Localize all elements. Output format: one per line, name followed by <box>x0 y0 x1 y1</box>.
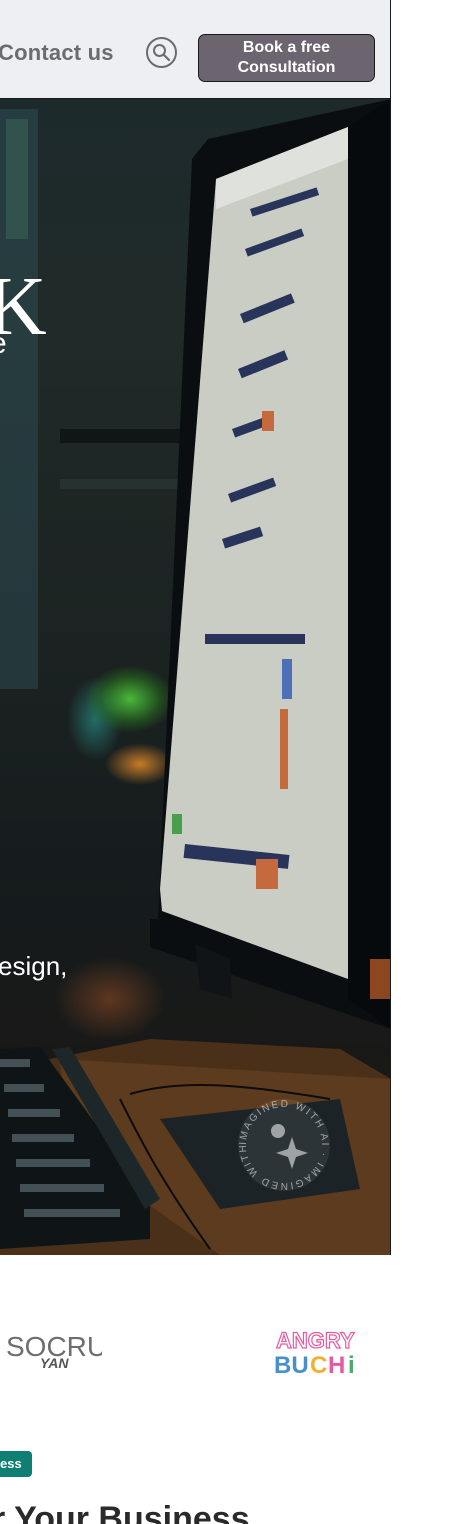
svg-text:i: i <box>348 1352 355 1378</box>
svg-text:C: C <box>310 1352 327 1378</box>
search-icon <box>152 43 170 61</box>
svg-text:H: H <box>328 1352 345 1378</box>
book-consultation-button[interactable]: Book a free Consultation <box>198 34 375 82</box>
hero-background-image <box>0 99 390 1255</box>
cta-label-line1: Book a free <box>242 39 331 56</box>
section-badge: ess <box>0 1451 32 1477</box>
imagined-with-ai-watermark: IMAGINED WITH AI · IMAGINED WITH AI <box>230 1091 330 1191</box>
svg-text:YAN: YAN <box>40 1355 69 1371</box>
hero-subtitle: e <box>0 327 7 361</box>
svg-text:ANGRY: ANGRY <box>276 1328 355 1353</box>
svg-text:BU: BU <box>274 1352 309 1378</box>
socru-logo: SOCRU YAN <box>6 1331 102 1371</box>
hero-description: esign, <box>0 951 68 981</box>
hero-title: K <box>0 265 47 349</box>
section-heading: r Your Business <box>0 1500 250 1524</box>
cta-label-line2: Consultation <box>237 59 336 76</box>
site-header: Contact us Book a free Consultation <box>0 0 391 99</box>
angry-buchi-logo: ANGRY BU C H i <box>274 1327 356 1378</box>
page: Contact us Book a free Consultation esig… <box>0 0 467 1524</box>
search-button[interactable] <box>146 37 177 68</box>
nav-contact-us[interactable]: Contact us <box>0 40 114 66</box>
hero-banner: K e esign, IMAGINED WITH AI · IMAGINED W… <box>0 99 391 1255</box>
